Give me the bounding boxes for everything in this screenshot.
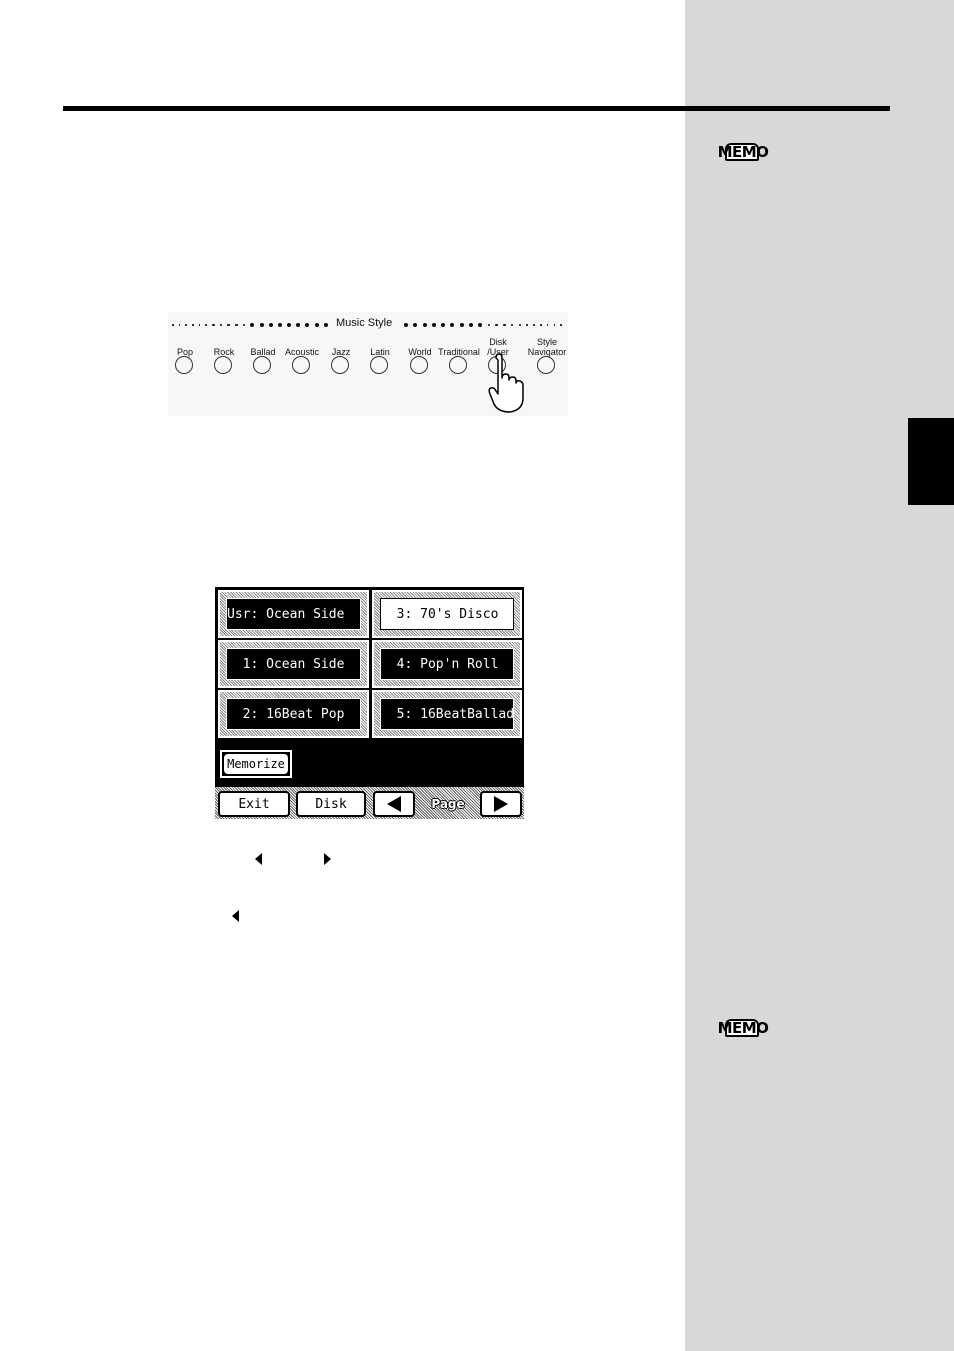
memo-icon: MEMO — [716, 141, 770, 163]
leader-dot — [227, 323, 230, 327]
memorize-button[interactable]: Memorize — [220, 750, 292, 778]
style-button-style-navigator[interactable]: Style Navigator — [527, 333, 567, 393]
style-button-ballad[interactable]: Ballad — [243, 333, 283, 393]
leader-dot — [546, 324, 549, 326]
leader-dot — [468, 323, 473, 327]
style-button-jazz[interactable]: Jazz — [321, 333, 361, 393]
leader-dot — [533, 324, 535, 326]
button-ring — [410, 356, 428, 374]
button-ring — [449, 356, 467, 374]
leader-dot — [459, 323, 464, 327]
leader-dot — [560, 324, 562, 326]
leader-dot — [526, 324, 528, 326]
triangle-right-icon — [494, 796, 508, 812]
memo-icon: MEMO — [716, 1017, 770, 1039]
leader-dot — [518, 323, 522, 327]
disk-button[interactable]: Disk — [296, 791, 366, 817]
page-prev-button[interactable] — [373, 791, 415, 817]
leader-dot — [192, 324, 194, 326]
leader-dot — [198, 324, 201, 326]
style-cell[interactable]: 4: Pop'n Roll — [372, 640, 522, 688]
memorize-label: Memorize — [224, 754, 288, 774]
leader-dot — [431, 323, 436, 327]
button-ring — [370, 356, 388, 374]
style-cell-label: 1: Ocean Side — [227, 656, 345, 672]
style-cell-label: 3: 70's Disco — [381, 606, 499, 622]
style-button-latin[interactable]: Latin — [360, 333, 400, 393]
leader-dot — [540, 324, 542, 326]
triangle-left-icon — [232, 910, 239, 922]
style-button-pop[interactable]: Pop — [165, 333, 205, 393]
leader-dot — [250, 323, 255, 327]
style-cell[interactable]: 5: 16BeatBallad — [372, 690, 522, 738]
leader-dot — [205, 324, 207, 326]
style-cell-label: Usr: Ocean Side — [227, 606, 345, 622]
header-rule — [63, 106, 890, 111]
leader-dot — [287, 323, 292, 327]
style-cell-selected[interactable]: 3: 70's Disco — [372, 590, 522, 638]
style-cell[interactable]: 2: 16Beat Pop — [218, 690, 369, 738]
leader-dot — [422, 323, 427, 327]
exit-button[interactable]: Exit — [218, 791, 290, 817]
style-cell[interactable]: 1: Ocean Side — [218, 640, 369, 688]
leader-dot — [212, 323, 215, 327]
panel-title: Music Style — [336, 317, 393, 329]
leader-dot — [413, 323, 418, 327]
style-cell-label: 5: 16BeatBallad — [381, 706, 515, 722]
button-ring — [175, 356, 193, 374]
style-cell[interactable]: Usr: Ocean Side — [218, 590, 369, 638]
dot-leader-right — [404, 323, 562, 327]
style-button-acoustic[interactable]: Acoustic — [282, 333, 322, 393]
page-next-button[interactable] — [480, 791, 522, 817]
margin-sidebar — [685, 0, 954, 1351]
style-button-world[interactable]: World — [400, 333, 440, 393]
style-button-label: Style Navigator — [527, 337, 567, 357]
button-ring — [537, 356, 555, 374]
leader-dot — [185, 324, 187, 326]
triangle-right-icon — [324, 853, 331, 865]
leader-dot — [314, 323, 319, 327]
leader-dot — [219, 323, 223, 327]
button-ring — [253, 356, 271, 374]
hand-pointer-icon — [488, 353, 524, 413]
triangle-left-icon — [387, 796, 401, 812]
leader-dot — [495, 323, 498, 327]
memo-label: MEMO — [717, 143, 769, 161]
button-ring — [214, 356, 232, 374]
leader-dot — [172, 324, 174, 326]
leader-dot — [235, 323, 238, 327]
leader-dot — [503, 323, 506, 327]
dot-leader-left — [172, 323, 328, 327]
leader-dot — [277, 323, 282, 327]
triangle-left-icon — [255, 853, 262, 865]
leader-dot — [450, 323, 455, 327]
memo-label: MEMO — [717, 1019, 769, 1037]
leader-dot — [323, 323, 328, 327]
button-ring — [331, 356, 349, 374]
page-label: Page — [431, 797, 465, 811]
leader-dot — [178, 324, 181, 326]
leader-dot — [510, 323, 514, 327]
panel-title-row: Music Style — [168, 317, 568, 331]
leader-dot — [305, 323, 310, 327]
leader-dot — [478, 323, 483, 327]
chapter-tab — [908, 418, 954, 505]
button-ring — [292, 356, 310, 374]
style-cell-label: 4: Pop'n Roll — [381, 656, 499, 672]
style-cell-label: 2: 16Beat Pop — [227, 706, 345, 722]
leader-dot — [296, 323, 301, 327]
leader-dot — [259, 323, 264, 327]
leader-dot — [242, 323, 246, 327]
leader-dot — [404, 323, 408, 327]
leader-dot — [553, 324, 556, 326]
leader-dot — [268, 323, 273, 327]
leader-dot — [487, 323, 491, 327]
leader-dot — [441, 323, 446, 327]
style-button-rock[interactable]: Rock — [204, 333, 244, 393]
